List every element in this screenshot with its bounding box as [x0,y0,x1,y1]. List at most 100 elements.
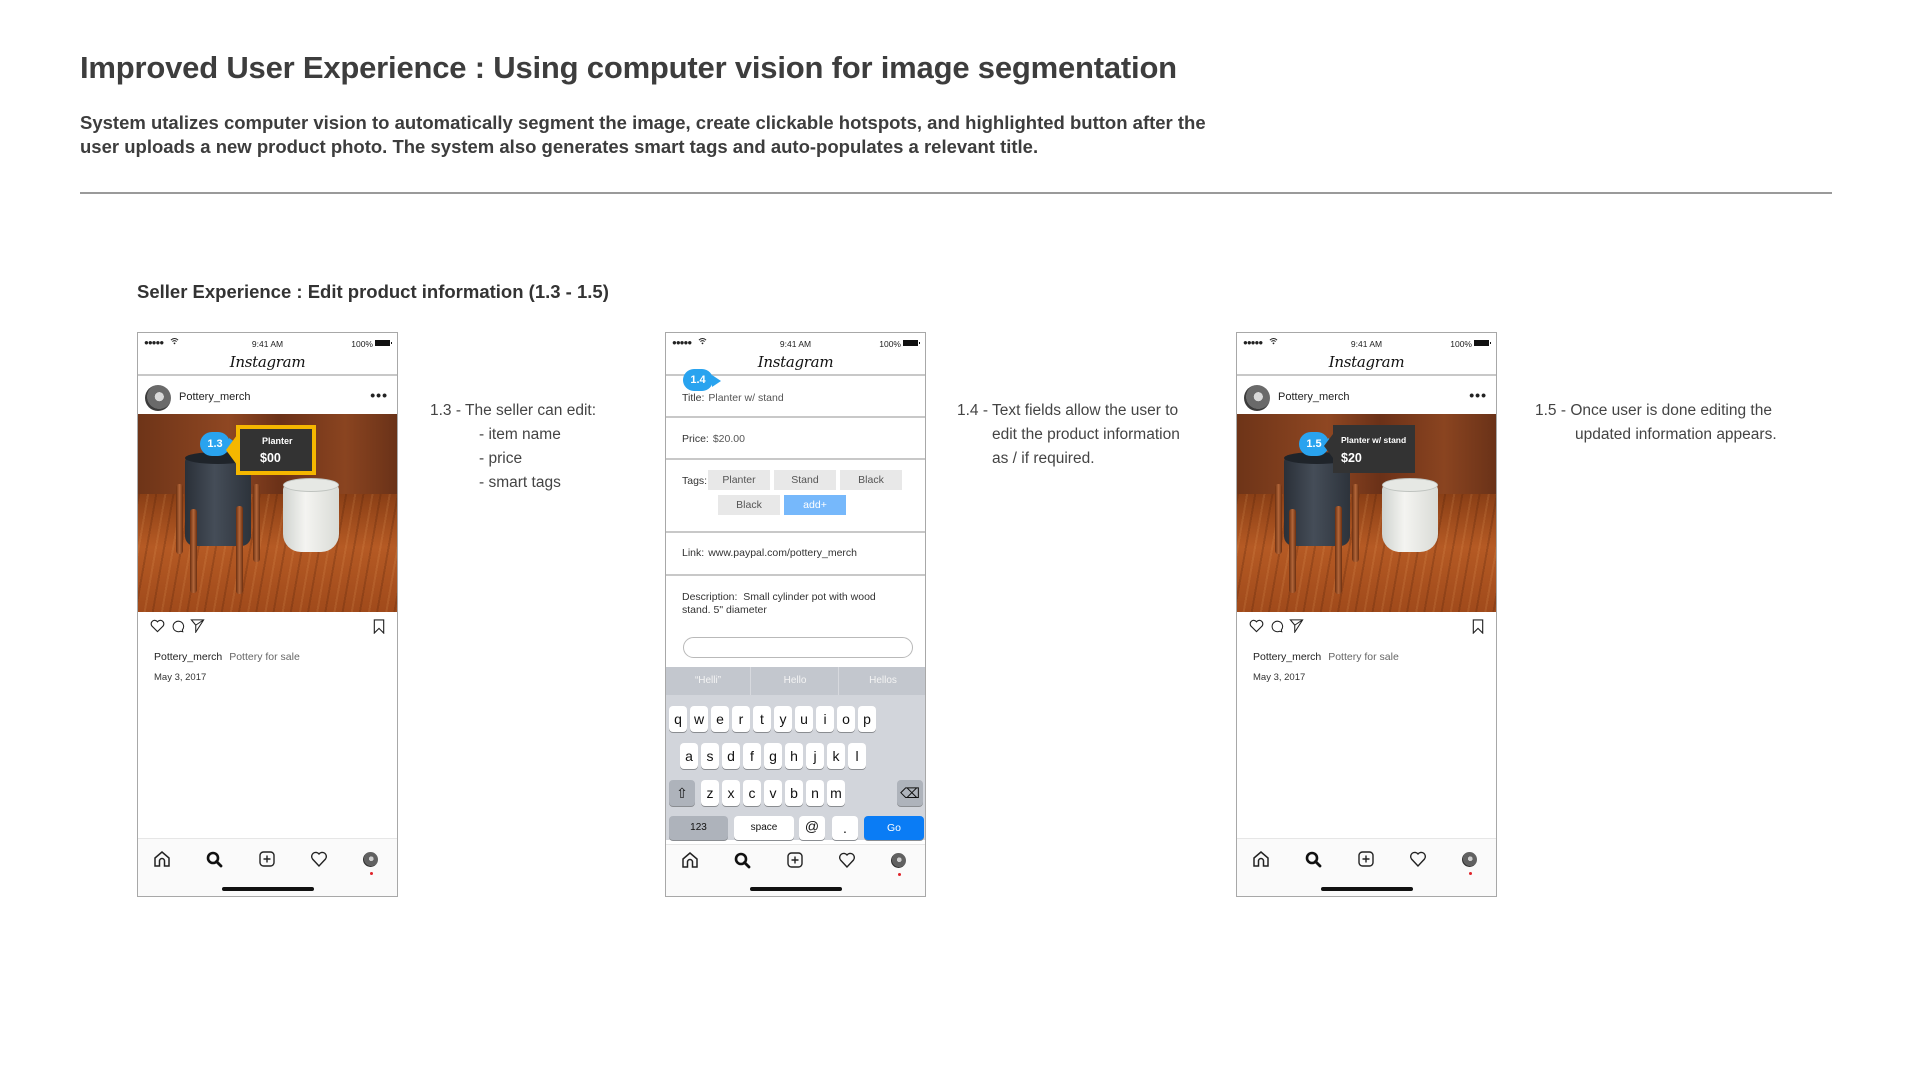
tag-chip[interactable]: Black [840,470,902,490]
instagram-logo: Instagram [229,353,306,371]
more-options-icon[interactable]: ••• [1469,387,1487,403]
home-indicator [1321,887,1413,891]
post-header: Pottery_merch ••• [138,378,397,414]
key-k[interactable]: k [827,743,845,769]
space-key[interactable]: space [734,816,794,840]
text-input[interactable] [683,637,913,658]
tags-field: Tags: Planter Stand Black Black add+ [666,460,925,533]
post-username[interactable]: Pottery_merch [1278,391,1350,403]
annotation-line: 1.3 - The seller can edit: [430,402,596,419]
share-icon[interactable] [1289,619,1304,633]
phone-screen-1-4: ●●●●● 9:41 AM 100% Instagram 1.4 Title: P… [665,332,926,897]
like-icon[interactable] [150,619,165,633]
home-icon[interactable] [1250,848,1272,870]
activity-heart-icon[interactable] [1407,848,1429,870]
title-value[interactable]: Planter w/ stand [708,392,783,404]
annotation-line: 1.4 - Text fields allow the user to [957,402,1179,419]
key-v[interactable]: v [764,780,782,806]
key-p[interactable]: p [858,706,876,732]
avatar[interactable] [145,385,171,411]
key-m[interactable]: m [827,780,845,806]
post-actions [1237,612,1496,640]
home-indicator [222,887,314,891]
avatar[interactable] [1244,385,1270,411]
key-q[interactable]: q [669,706,687,732]
bookmark-icon[interactable] [1472,619,1484,634]
post-actions [138,612,397,640]
price-value[interactable]: $20.00 [713,433,745,445]
caption-username[interactable]: Pottery_merch [1253,651,1321,663]
caption-username[interactable]: Pottery_merch [154,651,222,663]
profile-tab[interactable] [1459,848,1481,875]
on-screen-keyboard: “Helli” Hello Hellos qwertyuiop asdfghjk… [666,667,925,840]
key-g[interactable]: g [764,743,782,769]
add-post-icon[interactable] [784,849,806,871]
product-tag-highlighted[interactable]: Planter $00 [226,425,316,475]
tag-chip[interactable]: Stand [774,470,836,490]
tag-chip[interactable]: Black [718,495,780,515]
delete-key[interactable]: ⌫ [897,780,923,806]
profile-tab[interactable] [888,849,910,876]
share-icon[interactable] [190,619,205,633]
key-o[interactable]: o [837,706,855,732]
annotation-line: updated information appears. [1575,426,1777,443]
key-s[interactable]: s [701,743,719,769]
link-label: Link: [682,547,705,559]
key-x[interactable]: x [722,780,740,806]
activity-heart-icon[interactable] [308,848,330,870]
key-t[interactable]: t [753,706,771,732]
description-field[interactable]: Description: Small cylinder pot with woo… [666,576,925,668]
key-d[interactable]: d [722,743,740,769]
go-key[interactable]: Go [864,816,924,840]
battery-icon [375,340,392,346]
activity-heart-icon[interactable] [836,849,858,871]
profile-tab[interactable] [360,848,382,875]
tag-item-price: $00 [260,451,281,465]
at-key[interactable]: @ [799,816,825,840]
price-field[interactable]: Price: $20.00 [666,418,925,460]
key-c[interactable]: c [743,780,761,806]
suggestion[interactable]: Hellos [840,667,925,695]
search-icon[interactable] [1302,848,1324,870]
like-icon[interactable] [1249,619,1264,633]
key-n[interactable]: n [806,780,824,806]
key-l[interactable]: l [848,743,866,769]
key-r[interactable]: r [732,706,750,732]
product-tag[interactable]: Planter w/ stand $20 [1324,425,1415,473]
numbers-key[interactable]: 123 [669,816,728,840]
home-icon[interactable] [679,849,701,871]
key-e[interactable]: e [711,706,729,732]
product-photo[interactable]: 1.5 Planter w/ stand $20 [1237,414,1496,612]
link-field[interactable]: Link: www.paypal.com/pottery_merch [666,533,925,576]
more-options-icon[interactable]: ••• [370,387,388,403]
key-f[interactable]: f [743,743,761,769]
key-i[interactable]: i [816,706,834,732]
tag-chip[interactable]: Planter [708,470,770,490]
key-a[interactable]: a [680,743,698,769]
home-icon[interactable] [151,848,173,870]
comment-icon[interactable] [1269,619,1284,633]
bookmark-icon[interactable] [373,619,385,634]
shift-key[interactable]: ⇧ [669,780,695,806]
key-h[interactable]: h [785,743,803,769]
comment-icon[interactable] [170,619,185,633]
key-b[interactable]: b [785,780,803,806]
suggestion[interactable]: “Helli” [666,667,751,695]
annotation-line: 1.5 - Once user is done editing the [1535,402,1772,419]
product-photo[interactable]: 1.3 Planter $00 [138,414,397,612]
key-u[interactable]: u [795,706,813,732]
search-icon[interactable] [203,848,225,870]
link-value[interactable]: www.paypal.com/pottery_merch [708,547,857,559]
key-j[interactable]: j [806,743,824,769]
period-key[interactable]: . [832,816,858,840]
suggestion[interactable]: Hello [752,667,839,695]
add-tag-button[interactable]: add+ [784,495,846,515]
key-w[interactable]: w [690,706,708,732]
add-post-icon[interactable] [1355,848,1377,870]
search-icon[interactable] [731,849,753,871]
key-y[interactable]: y [774,706,792,732]
post-username[interactable]: Pottery_merch [179,391,251,403]
hotspot-marker[interactable]: 1.4 [683,369,721,391]
key-z[interactable]: z [701,780,719,806]
add-post-icon[interactable] [256,848,278,870]
